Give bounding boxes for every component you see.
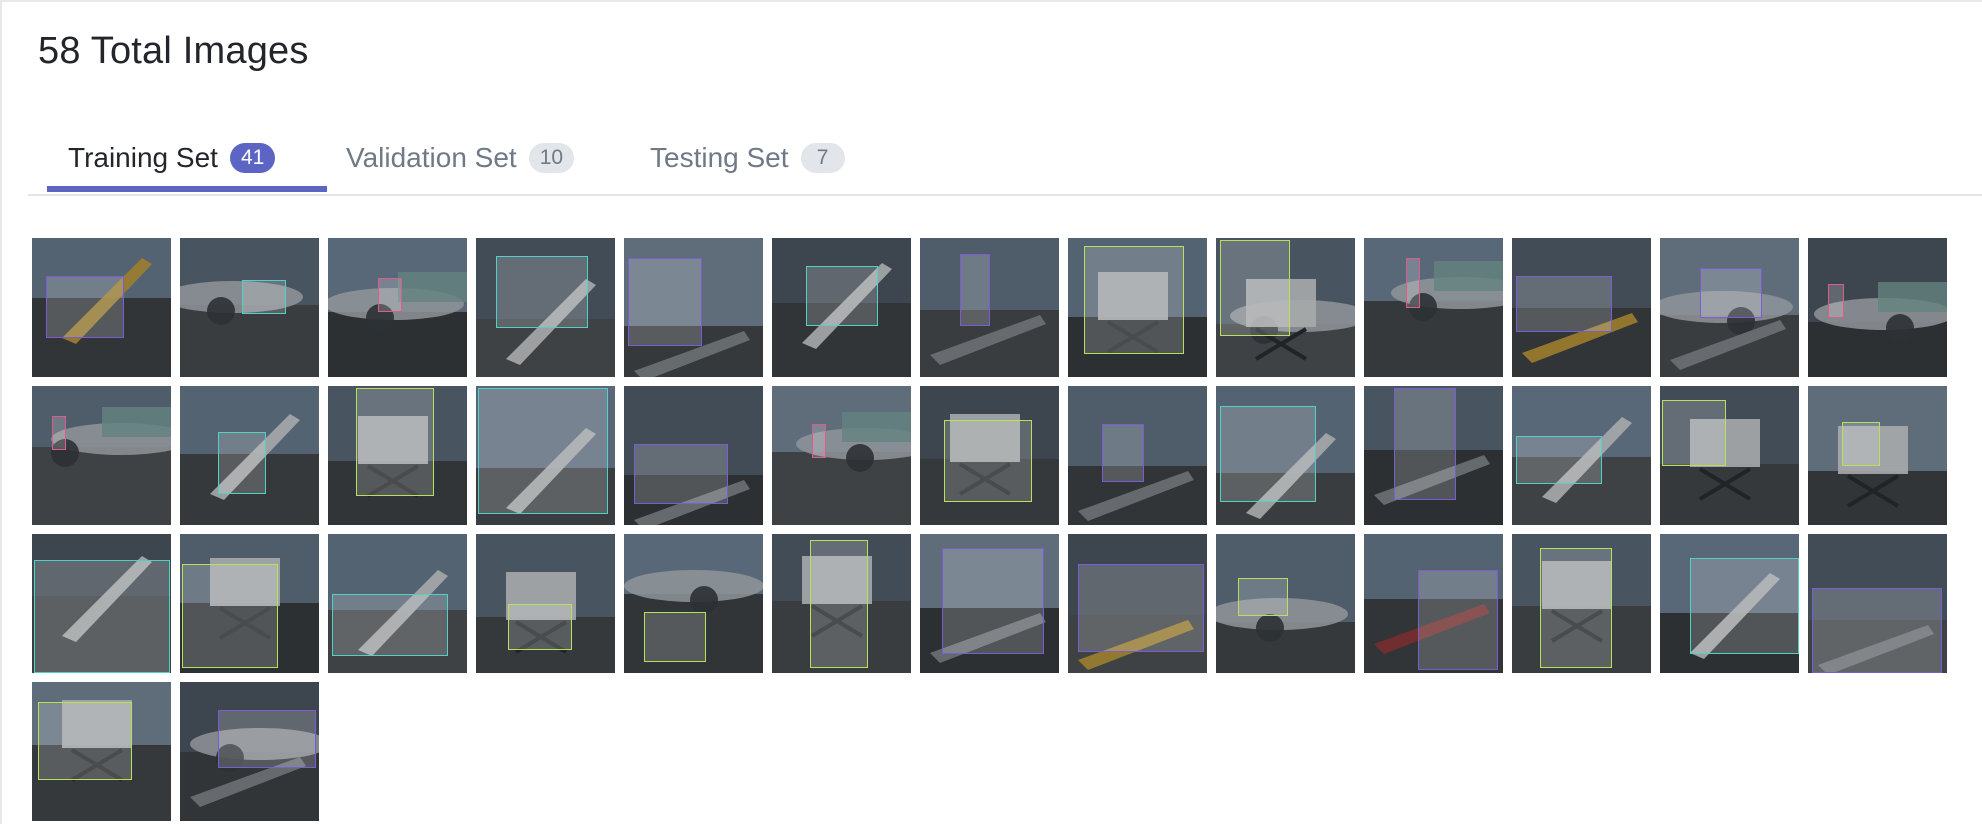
- annotation-box: [242, 280, 286, 314]
- image-thumbnail[interactable]: [1808, 238, 1947, 377]
- annotation-box: [1516, 276, 1612, 332]
- annotation-box: [1084, 246, 1184, 354]
- count-badge: 10: [528, 143, 575, 173]
- annotation-box: [634, 444, 728, 504]
- image-thumbnail[interactable]: [32, 238, 171, 377]
- image-thumbnail[interactable]: [920, 534, 1059, 673]
- annotation-box: [52, 416, 66, 450]
- image-thumbnail[interactable]: [1216, 386, 1355, 525]
- image-thumbnail[interactable]: [1364, 534, 1503, 673]
- annotation-box: [1394, 388, 1456, 500]
- image-thumbnail[interactable]: [1512, 238, 1651, 377]
- image-thumbnail[interactable]: [328, 386, 467, 525]
- tab-training-set[interactable]: Training Set 41: [68, 122, 276, 194]
- annotation-box: [1662, 400, 1726, 466]
- image-thumbnail[interactable]: [32, 386, 171, 525]
- image-thumbnail[interactable]: [1068, 238, 1207, 377]
- annotation-box: [38, 702, 132, 780]
- count-badge: 41: [229, 143, 276, 173]
- count-badge: 7: [800, 143, 845, 173]
- image-thumbnail[interactable]: [1364, 238, 1503, 377]
- tab-validation-set[interactable]: Validation Set 10: [346, 122, 575, 194]
- annotation-box: [182, 564, 278, 668]
- annotation-box: [1828, 284, 1844, 318]
- active-tab-indicator: [47, 186, 327, 192]
- image-thumbnail[interactable]: [476, 534, 615, 673]
- annotation-box: [218, 710, 316, 768]
- annotation-box: [1078, 564, 1204, 652]
- annotation-box: [378, 278, 402, 312]
- image-thumbnail[interactable]: [180, 534, 319, 673]
- annotation-box: [1102, 424, 1144, 482]
- annotation-box: [34, 560, 170, 673]
- image-thumbnail[interactable]: [1660, 386, 1799, 525]
- annotation-box: [806, 266, 878, 326]
- image-thumbnail[interactable]: [1512, 386, 1651, 525]
- annotation-box: [1220, 406, 1316, 502]
- annotation-box: [496, 256, 588, 328]
- annotation-box: [1418, 570, 1498, 670]
- image-thumbnail[interactable]: [624, 238, 763, 377]
- image-thumbnail[interactable]: [1068, 534, 1207, 673]
- dataset-panel: 58 Total Images Training Set 41 Validati…: [0, 0, 1982, 824]
- annotation-box: [960, 254, 990, 326]
- image-thumbnail[interactable]: [772, 534, 911, 673]
- image-thumbnail[interactable]: [180, 238, 319, 377]
- tab-label: Training Set: [68, 142, 218, 173]
- image-thumbnail[interactable]: [1512, 534, 1651, 673]
- image-thumbnail[interactable]: [32, 682, 171, 821]
- annotation-box: [944, 420, 1032, 502]
- tab-label: Validation Set: [346, 142, 517, 173]
- annotation-box: [332, 594, 448, 656]
- annotation-box: [1238, 578, 1288, 616]
- annotation-box: [810, 540, 868, 668]
- split-tabs: Training Set 41 Validation Set 10 Testin…: [28, 110, 1982, 196]
- annotation-box: [1406, 258, 1420, 308]
- annotation-box: [812, 424, 826, 458]
- annotation-box: [644, 612, 706, 662]
- image-thumbnail[interactable]: [1216, 238, 1355, 377]
- annotation-box: [1516, 436, 1602, 484]
- annotation-box: [508, 604, 572, 650]
- image-thumbnail[interactable]: [920, 386, 1059, 525]
- tab-label: Testing Set: [650, 142, 789, 173]
- image-gallery: [32, 238, 1947, 821]
- annotation-box: [46, 276, 124, 338]
- image-thumbnail[interactable]: [624, 534, 763, 673]
- annotation-box: [1842, 422, 1880, 466]
- annotation-box: [942, 548, 1044, 654]
- annotation-box: [478, 388, 608, 514]
- image-thumbnail[interactable]: [1808, 386, 1947, 525]
- image-thumbnail[interactable]: [328, 238, 467, 377]
- image-thumbnail[interactable]: [772, 238, 911, 377]
- tab-testing-set[interactable]: Testing Set 7: [650, 122, 845, 194]
- annotation-box: [1540, 548, 1612, 668]
- image-thumbnail[interactable]: [1808, 534, 1947, 673]
- image-thumbnail[interactable]: [624, 386, 763, 525]
- image-thumbnail[interactable]: [180, 386, 319, 525]
- annotation-box: [1690, 558, 1799, 654]
- image-thumbnail[interactable]: [920, 238, 1059, 377]
- image-thumbnail[interactable]: [180, 682, 319, 821]
- image-thumbnail[interactable]: [1068, 386, 1207, 525]
- page-title: 58 Total Images: [38, 30, 309, 72]
- image-thumbnail[interactable]: [1660, 238, 1799, 377]
- annotation-box: [356, 388, 434, 496]
- image-thumbnail[interactable]: [1364, 386, 1503, 525]
- annotation-box: [628, 258, 702, 346]
- image-thumbnail[interactable]: [328, 534, 467, 673]
- image-thumbnail[interactable]: [1660, 534, 1799, 673]
- image-thumbnail[interactable]: [32, 534, 171, 673]
- annotation-box: [1700, 268, 1762, 318]
- image-thumbnail[interactable]: [476, 238, 615, 377]
- annotation-box: [218, 432, 266, 494]
- image-thumbnail[interactable]: [772, 386, 911, 525]
- image-thumbnail[interactable]: [476, 386, 615, 525]
- annotation-box: [1812, 588, 1942, 673]
- image-thumbnail[interactable]: [1216, 534, 1355, 673]
- annotation-box: [1220, 240, 1290, 336]
